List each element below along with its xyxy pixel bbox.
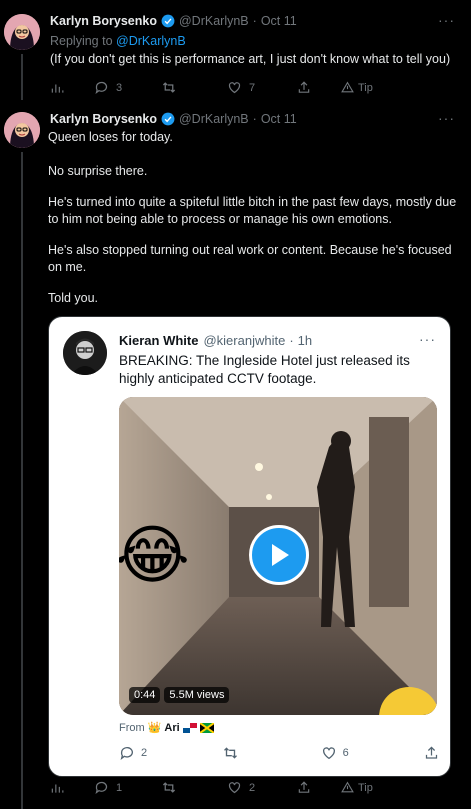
thread-line <box>21 54 23 100</box>
like-button[interactable]: 2 <box>227 780 297 795</box>
tweet-date[interactable]: Oct 11 <box>261 14 297 28</box>
analytics-icon <box>51 784 64 793</box>
quote-retweet-button[interactable] <box>222 745 245 761</box>
reply-button[interactable]: 1 <box>94 780 161 795</box>
like-icon <box>228 82 241 94</box>
quote-actions: 2 6 <box>119 745 439 761</box>
tweet-date[interactable]: Oct 11 <box>261 112 297 126</box>
tweet-header: Karlyn Borysenko @DrKarlynB · Oct 11 <box>50 112 297 126</box>
author-handle[interactable]: @DrKarlynB <box>179 14 249 28</box>
video-duration: 0:44 <box>129 687 161 703</box>
like-count: 7 <box>249 81 256 94</box>
tip-label: Tip <box>358 781 373 794</box>
tweet-paragraph: He's also stopped turning out real work … <box>48 243 452 274</box>
share-button[interactable] <box>297 80 341 95</box>
analytics-icon <box>51 84 64 93</box>
avatar-karlyn[interactable] <box>4 112 40 148</box>
tweet-text: (If you don't get this is performance ar… <box>50 52 451 66</box>
like-button[interactable]: 7 <box>227 80 297 95</box>
tweet-1[interactable]: Karlyn Borysenko @DrKarlynB · Oct 11 ···… <box>0 0 471 100</box>
like-icon <box>322 747 335 760</box>
verified-badge-icon <box>161 14 175 28</box>
quote-share-button[interactable] <box>424 745 439 761</box>
tweet-paragraph: He's turned into quite a spiteful little… <box>48 195 457 226</box>
author-name[interactable]: Karlyn Borysenko <box>50 112 157 126</box>
tweet-paragraph: Queen loses for today. <box>48 130 173 144</box>
retweet-icon <box>224 747 238 759</box>
quote-reply-button[interactable]: 2 <box>119 745 147 761</box>
author-name[interactable]: Karlyn Borysenko <box>50 14 157 28</box>
panama-flag-icon <box>182 722 197 733</box>
quote-like-count: 6 <box>342 747 349 759</box>
reply-count: 3 <box>116 81 123 94</box>
verified-badge-icon <box>161 112 175 126</box>
retweet-icon <box>162 82 176 93</box>
thread-line <box>21 152 23 809</box>
quote-date[interactable]: 1h <box>298 333 312 348</box>
like-icon <box>228 782 241 794</box>
quote-like-button[interactable]: 6 <box>321 745 349 761</box>
tip-button[interactable]: Tip <box>341 81 373 94</box>
tweet-paragraph: No surprise there. <box>48 164 148 178</box>
tip-icon <box>341 81 354 93</box>
reply-icon <box>120 747 133 760</box>
tweet-header: Karlyn Borysenko @DrKarlynB · Oct 11 <box>50 14 297 28</box>
play-button[interactable] <box>249 525 309 585</box>
avatar-karlyn[interactable] <box>4 14 40 50</box>
from-label: From <box>119 721 145 734</box>
source-name[interactable]: Ari <box>164 722 179 734</box>
author-handle[interactable]: @DrKarlynB <box>179 112 249 126</box>
separator: · <box>289 333 294 348</box>
video-player[interactable]: 😂 0:44 5.5M views <box>119 397 437 715</box>
replying-to: Replying to @DrKarlynB <box>50 34 186 48</box>
reply-icon <box>95 781 108 795</box>
video-views: 5.5M views <box>164 687 230 703</box>
tweet-paragraph: Told you. <box>48 291 99 305</box>
play-icon <box>272 544 289 566</box>
analytics-button[interactable] <box>50 781 94 795</box>
quote-author-name[interactable]: Kieran White <box>119 333 198 348</box>
video-meta: 0:44 5.5M views <box>129 687 230 703</box>
laughing-emoji-icon: 😂 <box>119 519 190 591</box>
share-button[interactable] <box>297 780 341 795</box>
reply-button[interactable]: 3 <box>94 80 161 95</box>
quote-header: Kieran White @kieranjwhite · 1h <box>119 333 312 348</box>
separator: · <box>252 112 257 126</box>
avatar-kieran[interactable] <box>63 331 107 375</box>
analytics-button[interactable] <box>50 81 94 95</box>
tweet-actions: 1 2 Tip <box>50 780 373 795</box>
share-icon <box>425 746 438 759</box>
like-count: 2 <box>249 781 256 794</box>
quote-more-options-button[interactable]: ··· <box>419 331 436 347</box>
replying-to-label: Replying to <box>50 34 113 48</box>
quote-text: BREAKING: The Ingleside Hotel just relea… <box>119 353 410 386</box>
reply-icon <box>95 81 108 95</box>
jamaica-flag-icon <box>199 722 214 733</box>
quoted-tweet-card[interactable]: Kieran White @kieranjwhite · 1h ··· BREA… <box>48 316 451 777</box>
quote-author-handle[interactable]: @kieranjwhite <box>203 333 285 348</box>
replying-to-link[interactable]: @DrKarlynB <box>116 34 186 48</box>
retweet-button[interactable] <box>161 780 227 795</box>
share-icon <box>298 781 310 793</box>
separator: · <box>252 14 257 28</box>
more-options-button[interactable]: ··· <box>438 110 455 126</box>
crown-emoji-icon: 👑 <box>147 722 162 734</box>
tweet-actions: 3 7 Tip <box>50 80 373 95</box>
more-options-button[interactable]: ··· <box>438 12 455 28</box>
tip-label: Tip <box>358 81 373 94</box>
tip-icon <box>341 781 354 793</box>
retweet-icon <box>162 782 176 793</box>
tip-button[interactable]: Tip <box>341 781 373 794</box>
retweet-button[interactable] <box>161 80 227 95</box>
share-icon <box>298 81 310 93</box>
quote-reply-count: 2 <box>141 747 148 759</box>
reply-count: 1 <box>116 781 123 794</box>
video-source: From 👑 Ari <box>119 721 214 734</box>
